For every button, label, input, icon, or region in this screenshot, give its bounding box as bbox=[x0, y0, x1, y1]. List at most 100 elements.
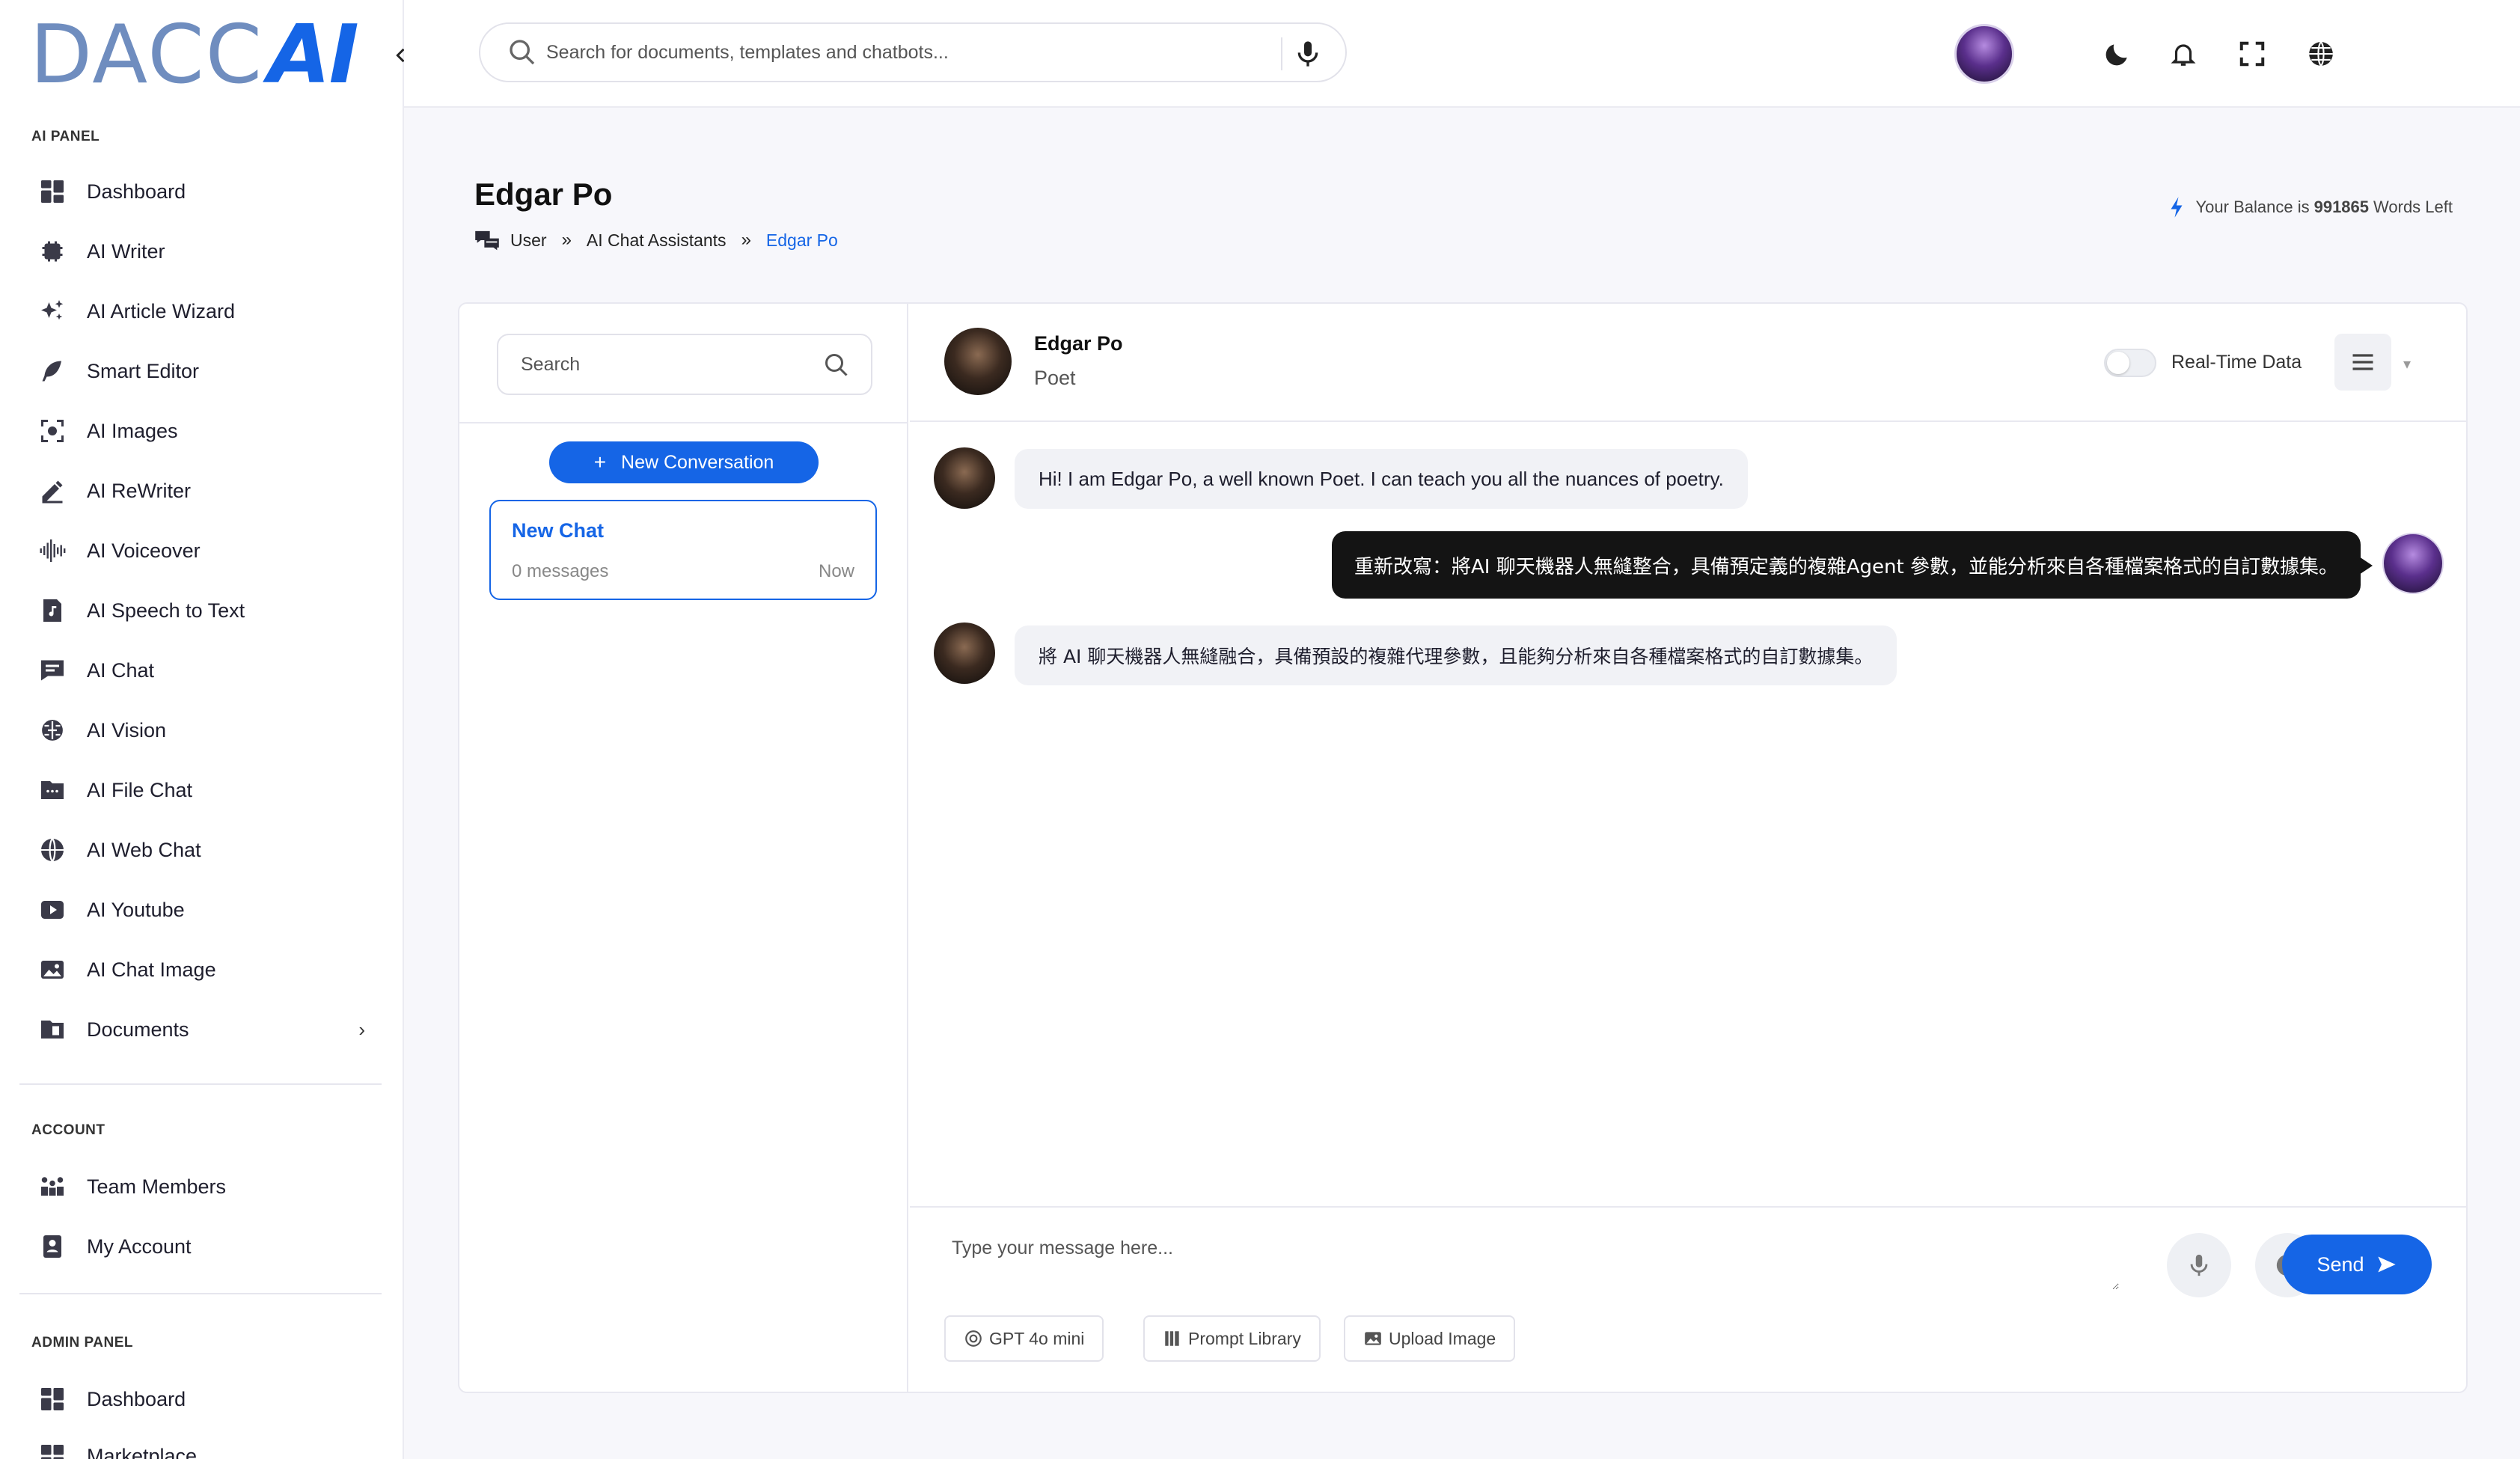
sidebar-item-label: AI Article Wizard bbox=[87, 299, 236, 322]
sidebar-item-label: AI ReWriter bbox=[87, 479, 192, 502]
sidebar-item-label: Dashboard bbox=[87, 180, 186, 203]
message-input[interactable] bbox=[952, 1238, 2119, 1290]
send-button[interactable]: Send bbox=[2282, 1235, 2432, 1294]
search-divider bbox=[1281, 37, 1282, 70]
chat-icon bbox=[36, 654, 69, 687]
library-icon bbox=[1165, 1331, 1179, 1346]
conversation-item[interactable]: New Chat 0 messages Now bbox=[489, 500, 877, 600]
chip-icon bbox=[36, 235, 69, 268]
realtime-data-toggle[interactable] bbox=[2104, 349, 2156, 377]
breadcrumb-ai-chat-assistants[interactable]: AI Chat Assistants bbox=[587, 230, 727, 251]
caret-down-icon[interactable]: ▾ bbox=[2403, 355, 2411, 373]
model-selector-chip[interactable]: GPT 4o mini bbox=[944, 1315, 1104, 1362]
microphone-icon bbox=[2190, 1254, 2208, 1276]
balance-suffix: Words Left bbox=[2373, 198, 2453, 216]
sidebar-item-label: Smart Editor bbox=[87, 359, 200, 382]
audio-file-icon bbox=[36, 594, 69, 627]
conversation-time: Now bbox=[818, 561, 854, 581]
upload-image-chip[interactable]: Upload Image bbox=[1344, 1315, 1516, 1362]
global-search bbox=[479, 22, 1347, 82]
conversation-search-input[interactable] bbox=[521, 353, 813, 376]
conversation-list: + New Conversation New Chat 0 messages N… bbox=[459, 304, 908, 1392]
sidebar-item-marketplace[interactable]: Marketplace bbox=[36, 1434, 380, 1459]
breadcrumb-user[interactable]: User bbox=[510, 230, 547, 251]
sidebar-item-ai-speech-to-text[interactable]: AI Speech to Text bbox=[36, 588, 380, 633]
sidebar-item-ai-article-wizard[interactable]: AI Article Wizard bbox=[36, 289, 380, 334]
user-avatar[interactable] bbox=[1954, 24, 2014, 84]
sidebar-item-label: AI Vision bbox=[87, 718, 167, 741]
sidebar-item-label: AI Youtube bbox=[87, 898, 185, 921]
global-search-input[interactable] bbox=[546, 41, 1264, 64]
sidebar-item-label: AI Web Chat bbox=[87, 838, 201, 861]
sidebar-item-smart-editor[interactable]: Smart Editor bbox=[36, 349, 380, 394]
sidebar-item-dashboard[interactable]: Dashboard bbox=[36, 169, 380, 214]
new-conversation-label: New Conversation bbox=[621, 451, 774, 473]
brain-icon bbox=[36, 714, 69, 747]
sidebar: DACCAI AI PANEL Dashboard AI Writer AI A… bbox=[0, 0, 404, 1459]
breadcrumb-current[interactable]: Edgar Po bbox=[766, 230, 838, 251]
sidebar-item-ai-file-chat[interactable]: AI File Chat bbox=[36, 768, 380, 813]
sidebar-item-ai-voiceover[interactable]: AI Voiceover bbox=[36, 528, 380, 573]
sidebar-item-ai-images[interactable]: AI Images bbox=[36, 409, 380, 453]
hamburger-menu-icon bbox=[2352, 354, 2373, 370]
sidebar-item-label: Team Members bbox=[87, 1175, 227, 1198]
account-icon bbox=[36, 1230, 69, 1263]
conversation-message-count: 0 messages bbox=[512, 561, 609, 581]
sidebar-item-ai-writer[interactable]: AI Writer bbox=[36, 229, 380, 274]
breadcrumb-separator: » bbox=[741, 230, 751, 250]
bolt-icon bbox=[2171, 197, 2183, 218]
sidebar-item-ai-chat[interactable]: AI Chat bbox=[36, 648, 380, 693]
sidebar-item-ai-chat-image[interactable]: AI Chat Image bbox=[36, 947, 380, 992]
new-conversation-button[interactable]: + New Conversation bbox=[549, 441, 819, 483]
chat-panel: + New Conversation New Chat 0 messages N… bbox=[458, 302, 2468, 1393]
sidebar-item-my-account[interactable]: My Account bbox=[36, 1224, 380, 1269]
sidebar-item-ai-rewriter[interactable]: AI ReWriter bbox=[36, 468, 380, 513]
sidebar-item-label: AI Writer bbox=[87, 239, 165, 263]
sidebar-item-label: AI Chat bbox=[87, 658, 155, 682]
word-balance: Your Balance is 991865 Words Left bbox=[2168, 196, 2453, 218]
sidebar-item-label: My Account bbox=[87, 1235, 192, 1258]
breadcrumb-separator: » bbox=[561, 230, 572, 250]
sidebar-item-ai-web-chat[interactable]: AI Web Chat bbox=[36, 828, 380, 872]
voice-input-button[interactable] bbox=[2167, 1233, 2231, 1297]
openai-icon bbox=[965, 1330, 982, 1347]
chevron-right-icon: › bbox=[358, 1018, 365, 1041]
sidebar-item-ai-youtube[interactable]: AI Youtube bbox=[36, 887, 380, 932]
chip-label: Upload Image bbox=[1389, 1328, 1496, 1348]
balance-prefix: Your Balance is bbox=[2195, 198, 2310, 216]
dark-mode-toggle[interactable] bbox=[2100, 36, 2135, 72]
microphone-icon[interactable] bbox=[1293, 39, 1323, 69]
image-icon bbox=[1365, 1332, 1381, 1345]
dashboard-icon bbox=[36, 1383, 69, 1416]
send-label: Send bbox=[2316, 1252, 2364, 1276]
sidebar-item-documents[interactable]: Documents › bbox=[36, 1007, 380, 1052]
toggle-knob bbox=[2107, 352, 2129, 374]
notifications-button[interactable] bbox=[2165, 36, 2201, 72]
section-ai-panel: AI PANEL bbox=[31, 129, 100, 144]
section-account: ACCOUNT bbox=[31, 1122, 105, 1138]
search-icon[interactable] bbox=[823, 352, 850, 379]
sidebar-item-team-members[interactable]: Team Members bbox=[36, 1164, 380, 1209]
sidebar-item-admin-dashboard[interactable]: Dashboard bbox=[36, 1377, 380, 1422]
sparkles-icon bbox=[36, 295, 69, 328]
logo[interactable]: DACCAI bbox=[30, 15, 359, 96]
search-icon bbox=[510, 40, 535, 65]
chat-bubbles-icon bbox=[475, 230, 499, 251]
assistant-avatar bbox=[944, 328, 1012, 395]
prompt-library-chip[interactable]: Prompt Library bbox=[1143, 1315, 1321, 1362]
waveform-icon bbox=[36, 534, 69, 567]
language-button[interactable] bbox=[2303, 36, 2339, 72]
page-title: Edgar Po bbox=[474, 177, 613, 212]
sidebar-item-ai-vision[interactable]: AI Vision bbox=[36, 708, 380, 753]
image-scan-icon bbox=[36, 415, 69, 447]
feather-icon bbox=[36, 355, 69, 388]
globe-icon bbox=[2309, 41, 2333, 67]
assistant-message: Hi! I am Edgar Po, a well known Poet. I … bbox=[1015, 449, 1748, 509]
fullscreen-button[interactable] bbox=[2234, 36, 2270, 72]
assistant-message-avatar bbox=[934, 623, 995, 684]
user-message-avatar bbox=[2382, 533, 2444, 594]
sidebar-item-label: AI Voiceover bbox=[87, 539, 201, 562]
sidebar-divider bbox=[19, 1083, 382, 1085]
breadcrumb: User » AI Chat Assistants » Edgar Po bbox=[474, 229, 838, 251]
chat-menu-button[interactable] bbox=[2334, 334, 2391, 391]
